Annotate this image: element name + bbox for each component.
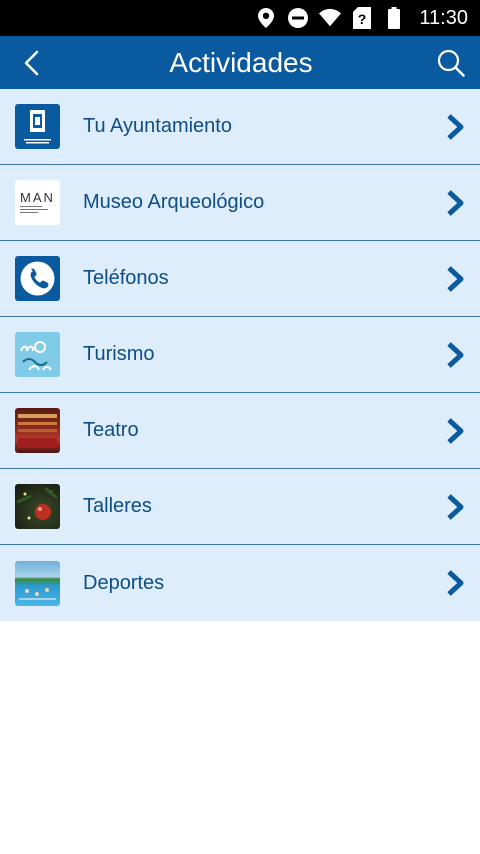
list-item-label: Museo Arqueológico [83,191,265,213]
chevron-right-icon [442,492,468,522]
list-item-label: Deportes [83,571,165,594]
status-time: 11:30 [419,6,468,29]
madrid-logo-thumbnail [15,104,60,149]
chevron-right-icon [442,264,468,294]
chevron-right-icon [442,112,468,142]
phone-thumbnail [15,256,60,301]
wifi-icon [319,7,342,29]
do-not-disturb-icon [287,7,309,29]
list-item-telefonos[interactable]: Teléfonos [0,241,480,317]
list-item-tu-ayuntamiento[interactable]: Tu Ayuntamiento [0,89,480,165]
search-icon [437,49,465,77]
app-bar: Actividades [0,36,480,89]
chevron-right-icon [442,416,468,446]
chevron-right-icon [442,188,468,218]
list-item-teatro[interactable]: Teatro [0,393,480,469]
chevron-right-icon [442,568,468,598]
list-item-label: Tu Ayuntamiento [83,115,232,137]
list-item-label: Teléfonos [83,267,169,289]
battery-icon [383,7,405,29]
workshops-photo-thumbnail [15,484,60,529]
list-item-label: Teatro [83,419,139,441]
activities-list: Tu Ayuntamiento MAN Museo Arqueológico T… [0,89,480,621]
search-button[interactable] [434,46,468,80]
list-item-talleres[interactable]: Talleres [0,469,480,545]
no-sim-icon: ? [351,7,373,29]
man-museum-logo-thumbnail: MAN [15,180,60,225]
back-chevron-icon [24,50,39,75]
list-item-label: Turismo [83,343,155,365]
location-icon [255,7,277,29]
svg-text:?: ? [358,11,367,27]
list-item-label: Talleres [83,495,152,517]
back-button[interactable] [14,46,48,80]
theatre-photo-thumbnail [15,408,60,453]
list-item-museo-arqueologico[interactable]: MAN Museo Arqueológico [0,165,480,241]
page-title: Actividades [169,46,313,78]
list-item-turismo[interactable]: Turismo [0,317,480,393]
chevron-right-icon [442,340,468,370]
list-item-deportes[interactable]: Deportes [0,545,480,621]
sports-photo-thumbnail [15,560,60,606]
status-bar: ? 11:30 [0,0,480,36]
madrid-tourism-logo-thumbnail [15,332,60,377]
